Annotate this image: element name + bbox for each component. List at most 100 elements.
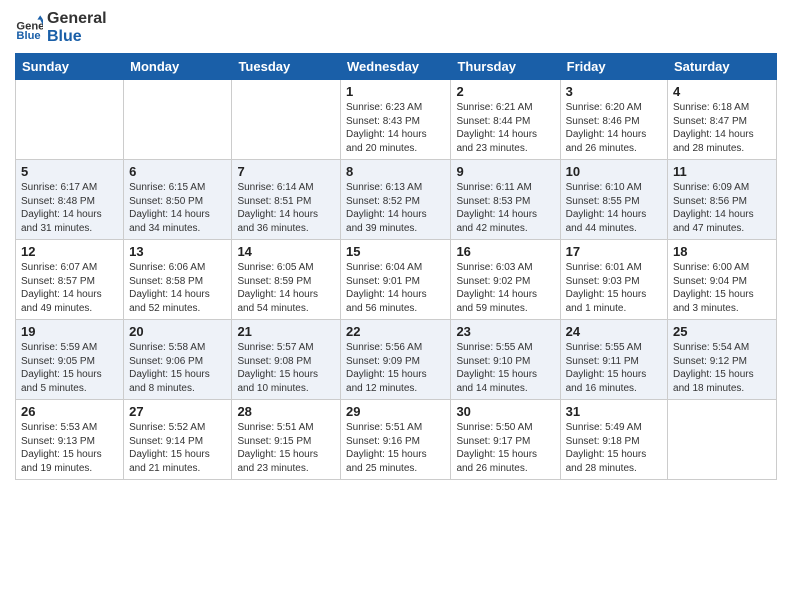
day-number: 1: [346, 84, 445, 99]
weekday-header-monday: Monday: [124, 54, 232, 80]
calendar-week-row: 12 Sunrise: 6:07 AM Sunset: 8:57 PM Dayli…: [16, 240, 777, 320]
day-info: Sunrise: 6:14 AM Sunset: 8:51 PM Dayligh…: [237, 181, 335, 235]
calendar-day-12: 12 Sunrise: 6:07 AM Sunset: 8:57 PM Dayli…: [16, 240, 124, 320]
day-info: Sunrise: 5:55 AM Sunset: 9:10 PM Dayligh…: [456, 341, 554, 395]
calendar-day-16: 16 Sunrise: 6:03 AM Sunset: 9:02 PM Dayli…: [451, 240, 560, 320]
weekday-header-friday: Friday: [560, 54, 667, 80]
day-number: 11: [673, 164, 771, 179]
day-number: 8: [346, 164, 445, 179]
logo-icon: General Blue: [15, 14, 43, 42]
day-number: 19: [21, 324, 118, 339]
day-info: Sunrise: 6:15 AM Sunset: 8:50 PM Dayligh…: [129, 181, 226, 235]
calendar-day-18: 18Sunrise: 6:00 AM Sunset: 9:04 PM Dayli…: [668, 240, 777, 320]
day-number: 4: [673, 84, 771, 99]
day-number: 21: [237, 324, 335, 339]
day-info: Sunrise: 6:20 AM Sunset: 8:46 PM Dayligh…: [566, 101, 662, 155]
day-info: Sunrise: 5:54 AM Sunset: 9:12 PM Dayligh…: [673, 341, 771, 395]
day-number: 2: [456, 84, 554, 99]
day-info: Sunrise: 6:21 AM Sunset: 8:44 PM Dayligh…: [456, 101, 554, 155]
day-number: 13: [129, 244, 226, 259]
calendar-day-4: 4 Sunrise: 6:18 AM Sunset: 8:47 PM Daylig…: [668, 80, 777, 160]
day-info: Sunrise: 6:17 AM Sunset: 8:48 PM Dayligh…: [21, 181, 118, 235]
calendar-day-25: 25 Sunrise: 5:54 AM Sunset: 9:12 PM Dayli…: [668, 320, 777, 400]
calendar-day-22: 22 Sunrise: 5:56 AM Sunset: 9:09 PM Dayli…: [341, 320, 451, 400]
day-number: 9: [456, 164, 554, 179]
day-number: 6: [129, 164, 226, 179]
day-number: 20: [129, 324, 226, 339]
logo: General Blue General Blue: [15, 10, 107, 45]
day-number: 22: [346, 324, 445, 339]
day-info: Sunrise: 6:04 AM Sunset: 9:01 PM Dayligh…: [346, 261, 445, 315]
day-info: Sunrise: 6:01 AM Sunset: 9:03 PM Dayligh…: [566, 261, 662, 315]
calendar-week-row: 19Sunrise: 5:59 AM Sunset: 9:05 PM Dayli…: [16, 320, 777, 400]
calendar-day-9: 9 Sunrise: 6:11 AM Sunset: 8:53 PM Daylig…: [451, 160, 560, 240]
day-info: Sunrise: 5:58 AM Sunset: 9:06 PM Dayligh…: [129, 341, 226, 395]
calendar-day-13: 13 Sunrise: 6:06 AM Sunset: 8:58 PM Dayli…: [124, 240, 232, 320]
weekday-header-row: SundayMondayTuesdayWednesdayThursdayFrid…: [16, 54, 777, 80]
calendar-day-empty: [668, 400, 777, 480]
calendar-day-10: 10 Sunrise: 6:10 AM Sunset: 8:55 PM Dayli…: [560, 160, 667, 240]
logo-general: General: [47, 10, 107, 28]
calendar-day-28: 28 Sunrise: 5:51 AM Sunset: 9:15 PM Dayli…: [232, 400, 341, 480]
day-number: 24: [566, 324, 662, 339]
calendar-week-row: 5 Sunrise: 6:17 AM Sunset: 8:48 PM Daylig…: [16, 160, 777, 240]
calendar-day-11: 11Sunrise: 6:09 AM Sunset: 8:56 PM Dayli…: [668, 160, 777, 240]
logo-blue: Blue: [47, 28, 107, 46]
day-info: Sunrise: 6:10 AM Sunset: 8:55 PM Dayligh…: [566, 181, 662, 235]
day-number: 31: [566, 404, 662, 419]
day-number: 25: [673, 324, 771, 339]
weekday-header-thursday: Thursday: [451, 54, 560, 80]
day-info: Sunrise: 5:57 AM Sunset: 9:08 PM Dayligh…: [237, 341, 335, 395]
day-info: Sunrise: 6:18 AM Sunset: 8:47 PM Dayligh…: [673, 101, 771, 155]
day-number: 27: [129, 404, 226, 419]
calendar-day-2: 2 Sunrise: 6:21 AM Sunset: 8:44 PM Daylig…: [451, 80, 560, 160]
day-number: 3: [566, 84, 662, 99]
day-info: Sunrise: 6:23 AM Sunset: 8:43 PM Dayligh…: [346, 101, 445, 155]
day-number: 14: [237, 244, 335, 259]
calendar-day-23: 23 Sunrise: 5:55 AM Sunset: 9:10 PM Dayli…: [451, 320, 560, 400]
day-info: Sunrise: 5:51 AM Sunset: 9:16 PM Dayligh…: [346, 421, 445, 475]
header: General Blue General Blue: [15, 10, 777, 45]
calendar-day-14: 14 Sunrise: 6:05 AM Sunset: 8:59 PM Dayli…: [232, 240, 341, 320]
weekday-header-tuesday: Tuesday: [232, 54, 341, 80]
day-number: 23: [456, 324, 554, 339]
day-number: 5: [21, 164, 118, 179]
calendar-day-24: 24Sunrise: 5:55 AM Sunset: 9:11 PM Dayli…: [560, 320, 667, 400]
calendar-day-15: 15Sunrise: 6:04 AM Sunset: 9:01 PM Dayli…: [341, 240, 451, 320]
day-number: 17: [566, 244, 662, 259]
calendar-day-29: 29Sunrise: 5:51 AM Sunset: 9:16 PM Dayli…: [341, 400, 451, 480]
calendar-day-8: 8 Sunrise: 6:13 AM Sunset: 8:52 PM Daylig…: [341, 160, 451, 240]
day-info: Sunrise: 6:07 AM Sunset: 8:57 PM Dayligh…: [21, 261, 118, 315]
calendar-day-5: 5 Sunrise: 6:17 AM Sunset: 8:48 PM Daylig…: [16, 160, 124, 240]
day-info: Sunrise: 6:05 AM Sunset: 8:59 PM Dayligh…: [237, 261, 335, 315]
calendar-day-31: 31 Sunrise: 5:49 AM Sunset: 9:18 PM Dayli…: [560, 400, 667, 480]
calendar-day-7: 7 Sunrise: 6:14 AM Sunset: 8:51 PM Daylig…: [232, 160, 341, 240]
day-info: Sunrise: 5:49 AM Sunset: 9:18 PM Dayligh…: [566, 421, 662, 475]
day-info: Sunrise: 6:13 AM Sunset: 8:52 PM Dayligh…: [346, 181, 445, 235]
weekday-header-saturday: Saturday: [668, 54, 777, 80]
calendar-day-26: 26 Sunrise: 5:53 AM Sunset: 9:13 PM Dayli…: [16, 400, 124, 480]
day-info: Sunrise: 6:03 AM Sunset: 9:02 PM Dayligh…: [456, 261, 554, 315]
calendar-day-30: 30Sunrise: 5:50 AM Sunset: 9:17 PM Dayli…: [451, 400, 560, 480]
weekday-header-sunday: Sunday: [16, 54, 124, 80]
day-number: 12: [21, 244, 118, 259]
weekday-header-wednesday: Wednesday: [341, 54, 451, 80]
day-number: 28: [237, 404, 335, 419]
calendar-day-19: 19Sunrise: 5:59 AM Sunset: 9:05 PM Dayli…: [16, 320, 124, 400]
day-info: Sunrise: 6:11 AM Sunset: 8:53 PM Dayligh…: [456, 181, 554, 235]
calendar-day-3: 3 Sunrise: 6:20 AM Sunset: 8:46 PM Daylig…: [560, 80, 667, 160]
day-number: 10: [566, 164, 662, 179]
day-info: Sunrise: 6:06 AM Sunset: 8:58 PM Dayligh…: [129, 261, 226, 315]
day-info: Sunrise: 5:53 AM Sunset: 9:13 PM Dayligh…: [21, 421, 118, 475]
day-number: 18: [673, 244, 771, 259]
calendar-week-row: 1 Sunrise: 6:23 AM Sunset: 8:43 PM Daylig…: [16, 80, 777, 160]
day-info: Sunrise: 5:51 AM Sunset: 9:15 PM Dayligh…: [237, 421, 335, 475]
calendar-day-27: 27Sunrise: 5:52 AM Sunset: 9:14 PM Dayli…: [124, 400, 232, 480]
day-number: 26: [21, 404, 118, 419]
calendar-day-6: 6 Sunrise: 6:15 AM Sunset: 8:50 PM Daylig…: [124, 160, 232, 240]
page: General Blue General Blue SundayMondayTu…: [0, 0, 792, 490]
day-number: 7: [237, 164, 335, 179]
day-number: 16: [456, 244, 554, 259]
day-info: Sunrise: 5:50 AM Sunset: 9:17 PM Dayligh…: [456, 421, 554, 475]
day-info: Sunrise: 5:56 AM Sunset: 9:09 PM Dayligh…: [346, 341, 445, 395]
